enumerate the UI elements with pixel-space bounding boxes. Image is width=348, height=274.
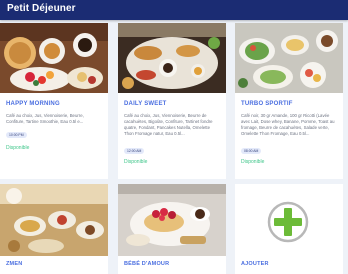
menu-grid: HAPPY MORNING Café au choix, Jus, Vienno… (0, 20, 348, 274)
menu-card-turbo-sportif[interactable]: TURBO SPORTIF Café noir, 30 gr Amande, 1… (235, 23, 343, 179)
menu-description: Café noir, 30 gr Amande, 100 gr Ricotti … (241, 113, 335, 136)
availability-status: Disponible (241, 159, 265, 165)
menu-description: Café au choix, Jus, Viennoiserie, Beurre… (124, 113, 213, 136)
page-title: Petit Déjeuner (7, 3, 76, 14)
plus-circle-icon[interactable] (267, 201, 309, 243)
time-badge: 08:00 AM (241, 148, 262, 154)
app-header: Petit Déjeuner (0, 0, 348, 20)
tea-spread-photo (0, 184, 108, 256)
pancake-breakfast-photo (0, 23, 108, 93)
menu-title: TURBO SPORTIF (241, 101, 293, 107)
menu-description: Café au choix, Jus, Viennoiserie, Beurre… (6, 113, 84, 124)
menu-title: ZMEN (6, 261, 23, 267)
menu-card-daily-sweet[interactable]: DAILY SWEET Café au choix, Jus, Viennois… (118, 23, 226, 179)
menu-card-zmen[interactable]: ZMEN (0, 184, 108, 274)
croissant-tray-photo (118, 23, 226, 93)
menu-card-happy-morning[interactable]: HAPPY MORNING Café au choix, Jus, Vienno… (0, 23, 108, 179)
menu-title: DAILY SWEET (124, 101, 167, 107)
add-menu-card[interactable]: AJOUTER (235, 184, 343, 274)
menu-card-bebe-d-amour[interactable]: BÉBÉ D'AMOUR (118, 184, 226, 274)
add-label: AJOUTER (241, 261, 269, 267)
time-badge: 10:00 PM (6, 132, 27, 138)
salad-table-photo (235, 23, 343, 93)
availability-status: Disponible (6, 145, 30, 151)
availability-status: Disponible (124, 159, 148, 165)
menu-title: HAPPY MORNING (6, 101, 60, 107)
time-badge: 12:00 AM (124, 148, 145, 154)
raspberry-pastry-photo (118, 184, 226, 256)
menu-title: BÉBÉ D'AMOUR (124, 261, 170, 267)
